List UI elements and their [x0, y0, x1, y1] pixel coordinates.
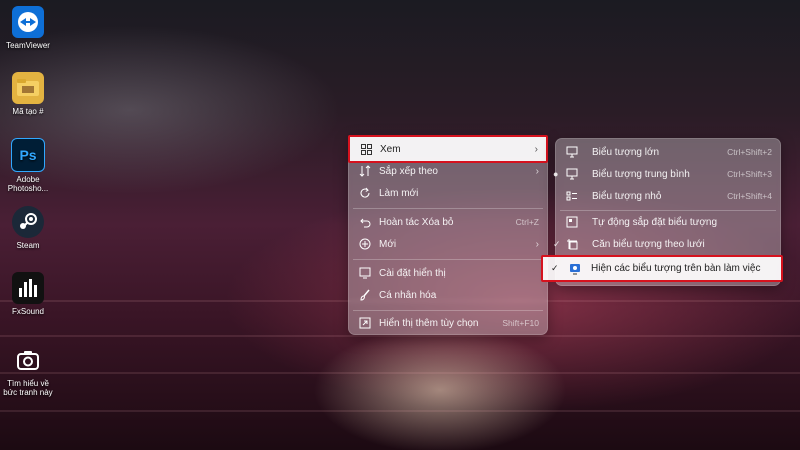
desktop-icon-label: Steam — [16, 241, 40, 250]
checkmark-icon: ✓ — [553, 238, 561, 249]
menu-item-show-more-options[interactable]: Hiển thị thêm tùy chọn Shift+F10 — [349, 312, 547, 334]
align-grid-icon — [566, 238, 578, 250]
menu-item-new[interactable]: Mới › — [349, 233, 547, 255]
submenu-item-align-to-grid[interactable]: ✓ Căn biểu tượng theo lưới — [553, 233, 780, 255]
chevron-right-icon: › — [534, 143, 538, 155]
menu-item-undo-delete[interactable]: Hoàn tác Xóa bỏ Ctrl+Z — [349, 211, 547, 233]
teamviewer-icon — [12, 6, 44, 38]
menu-item-view[interactable]: Xem › — [348, 135, 548, 163]
selected-dot-icon: ● — [553, 169, 559, 179]
submenu-item-show-desktop-icons[interactable]: ✓ Hiện các biểu tượng trên bàn làm việc — [541, 255, 783, 282]
display-icon — [359, 267, 371, 279]
desktop-icon-label: Tìm hiểu về bức tranh này — [3, 379, 53, 397]
steam-icon — [12, 206, 44, 238]
menu-item-personalize[interactable]: Cá nhân hóa — [349, 284, 547, 306]
wallpaper-wave — [0, 335, 800, 337]
photoshop-icon: Ps — [11, 138, 45, 172]
camera-icon — [12, 344, 44, 376]
desktop-icon-label: FxSound — [11, 307, 45, 316]
share-icon — [359, 317, 371, 329]
undo-icon — [359, 216, 371, 228]
folder-icon — [12, 72, 44, 104]
menu-item-refresh[interactable]: Làm mới — [349, 182, 547, 204]
submenu-item-auto-arrange[interactable]: Tự động sắp đặt biểu tượng — [556, 211, 780, 233]
submenu-item-medium-icons[interactable]: ● Biểu tượng trung bình Ctrl+Shift+3 — [553, 163, 780, 185]
fxsound-icon — [12, 272, 44, 304]
chevron-right-icon: › — [535, 238, 539, 250]
submenu-item-large-icons[interactable]: Biểu tượng lớn Ctrl+Shift+2 — [556, 141, 780, 163]
desktop-icon-label: Adobe Photosho... — [7, 175, 49, 193]
wallpaper-wave — [0, 372, 800, 374]
grid-icon — [360, 143, 372, 155]
monitor-icon — [566, 168, 578, 180]
desktop-icon-label: TeamViewer — [6, 41, 50, 50]
sort-icon — [359, 165, 371, 177]
menu-separator — [353, 259, 543, 260]
refresh-icon — [359, 187, 371, 199]
desktop-icon-fxsound[interactable]: FxSound — [2, 272, 54, 316]
desktop-icon-folder[interactable]: Mã tạo # — [2, 72, 54, 116]
desktop-icon-steam[interactable]: Steam — [2, 206, 54, 250]
desktop-icon-label: Mã tạo # — [12, 107, 44, 116]
menu-item-display-settings[interactable]: Cài đặt hiển thị — [349, 262, 547, 284]
monitor-icon — [566, 146, 578, 158]
desktop-icon-teamviewer[interactable]: TeamViewer — [2, 6, 54, 50]
chevron-right-icon: › — [535, 165, 539, 177]
menu-separator — [353, 310, 543, 311]
list-icon — [566, 190, 578, 202]
submenu-item-small-icons[interactable]: Biểu tượng nhỏ Ctrl+Shift+4 — [556, 185, 780, 207]
desktop-show-icon — [569, 263, 581, 275]
wallpaper-wave — [0, 410, 800, 412]
menu-separator — [353, 208, 543, 209]
desktop-icon-photoshop[interactable]: Ps Adobe Photosho... — [2, 138, 54, 193]
plus-circle-icon — [359, 238, 371, 250]
auto-arrange-icon — [566, 216, 578, 228]
desktop-icon-spotlight[interactable]: Tìm hiểu về bức tranh này — [2, 344, 54, 397]
menu-item-sort-by[interactable]: Sắp xếp theo › — [349, 160, 547, 182]
context-menu: Xem › Sắp xếp theo › Làm mới Hoàn tác Xó… — [348, 135, 548, 335]
brush-icon — [359, 289, 371, 301]
checkmark-icon: ✓ — [551, 263, 559, 273]
